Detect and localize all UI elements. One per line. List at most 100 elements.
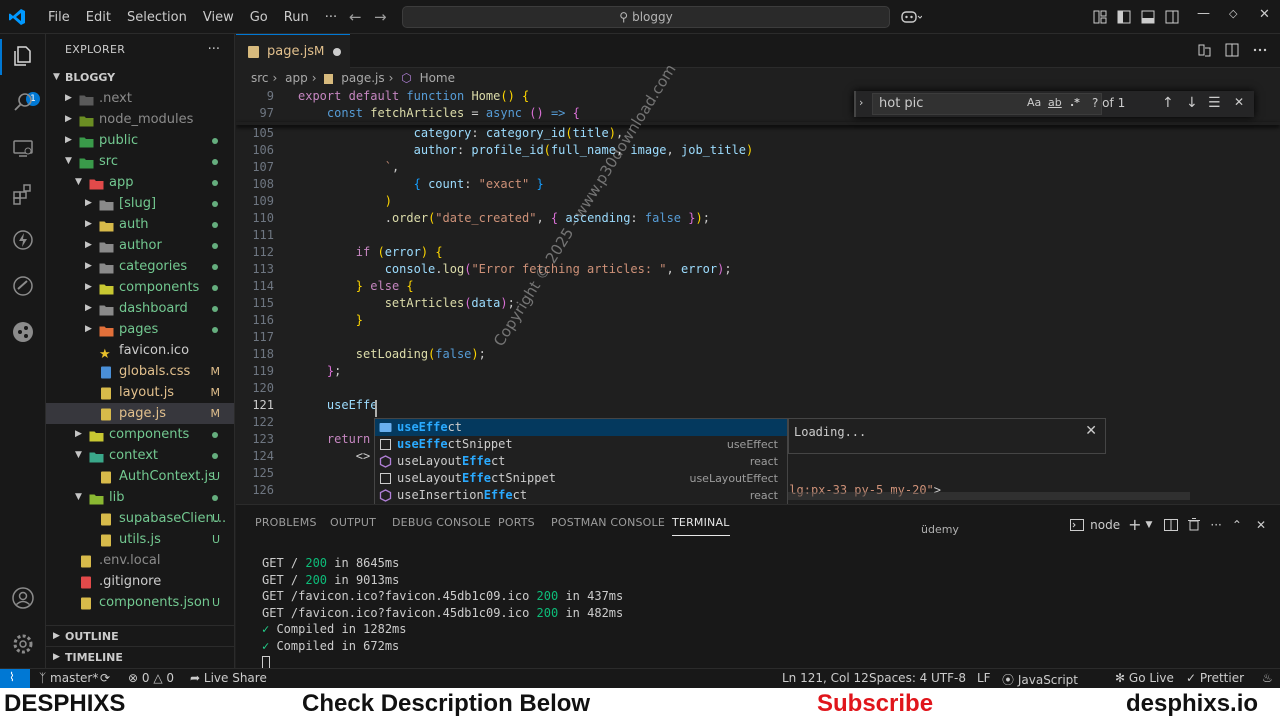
previous-match-arrow-icon[interactable]: ↑ bbox=[1162, 95, 1174, 111]
menu-go[interactable]: Go bbox=[242, 10, 276, 25]
tree-file[interactable]: AuthContext.js U bbox=[46, 466, 234, 487]
explorer-more-actions-icon[interactable]: ··· bbox=[208, 42, 220, 57]
problems-count[interactable]: ⊗ 0 △ 0 bbox=[128, 671, 174, 685]
indentation[interactable]: Spaces: 4 bbox=[869, 671, 927, 685]
tree-folder[interactable]: ▼ src bbox=[46, 151, 234, 172]
tree-file[interactable]: .env.local bbox=[46, 550, 234, 571]
chevron-down-icon[interactable]: ▼ bbox=[1146, 520, 1153, 530]
command-center-search[interactable]: ⚲ bloggy bbox=[402, 6, 890, 28]
toggle-replace-chevron-icon[interactable]: › bbox=[859, 96, 863, 109]
line-ending[interactable]: LF bbox=[977, 671, 991, 685]
tab-output[interactable]: OUTPUT bbox=[330, 516, 376, 529]
breadcrumb-page-js[interactable]: page.js bbox=[341, 71, 384, 85]
tree-file[interactable]: utils.js U bbox=[46, 529, 234, 550]
next-match-arrow-icon[interactable]: ↓ bbox=[1186, 95, 1198, 111]
tab-page-js[interactable]: page.js M bbox=[236, 34, 350, 68]
match-case-toggle[interactable]: Aa bbox=[1027, 96, 1041, 109]
language-mode[interactable]: ⦿ JavaScript bbox=[1002, 671, 1078, 688]
close-details-icon[interactable]: ✕ bbox=[1085, 423, 1097, 439]
tree-folder[interactable]: ▶ components bbox=[46, 277, 234, 298]
remote-explorer-icon[interactable] bbox=[11, 136, 35, 160]
close-panel-icon[interactable]: ✕ bbox=[1256, 518, 1266, 532]
settings-gear-icon[interactable] bbox=[11, 632, 35, 656]
breadcrumb-app[interactable]: app bbox=[285, 71, 308, 85]
sync-icon[interactable]: ⟳ bbox=[100, 671, 110, 685]
find-input[interactable]: hot pic bbox=[872, 93, 1102, 115]
tree-folder[interactable]: ▶ author bbox=[46, 235, 234, 256]
tree-folder[interactable]: ▶ [slug] bbox=[46, 193, 234, 214]
tree-folder[interactable]: ▶ auth bbox=[46, 214, 234, 235]
toggle-panel-icon[interactable] bbox=[1141, 10, 1155, 24]
menu-run[interactable]: Run bbox=[276, 10, 317, 25]
tab-postman-console[interactable]: POSTMAN CONSOLE bbox=[551, 516, 665, 529]
cursor-position[interactable]: Ln 121, Col 12 bbox=[782, 671, 869, 685]
menu-view[interactable]: View bbox=[195, 10, 242, 25]
menu-more[interactable]: ··· bbox=[317, 10, 345, 25]
menu-edit[interactable]: Edit bbox=[78, 10, 119, 25]
close-find-icon[interactable]: ✕ bbox=[1234, 95, 1244, 109]
tree-folder[interactable]: ▶ categories bbox=[46, 256, 234, 277]
tab-debug-console[interactable]: DEBUG CONSOLE bbox=[392, 516, 491, 529]
suggestion-item[interactable]: useInsertionEffect react bbox=[375, 487, 787, 504]
remote-indicator[interactable]: ⌇ bbox=[0, 669, 30, 688]
find-in-selection-icon[interactable]: ☰ bbox=[1208, 95, 1221, 111]
more-actions-icon[interactable]: ··· bbox=[1210, 518, 1221, 532]
menu-file[interactable]: File bbox=[40, 10, 78, 25]
whole-word-toggle[interactable]: ab bbox=[1048, 96, 1062, 109]
tree-file[interactable]: layout.js M bbox=[46, 382, 234, 403]
notifications-bell-icon[interactable]: ♨ bbox=[1262, 671, 1273, 685]
banner-site[interactable]: desphixs.io bbox=[1126, 688, 1258, 720]
split-terminal-icon[interactable] bbox=[1164, 518, 1179, 531]
tab-problems[interactable]: PROBLEMS bbox=[255, 516, 317, 529]
tree-folder[interactable]: ▶ dashboard bbox=[46, 298, 234, 319]
tree-file[interactable]: supabaseClien... U bbox=[46, 508, 234, 529]
postman-icon[interactable] bbox=[11, 274, 35, 298]
customize-layout-icon[interactable] bbox=[1093, 10, 1107, 24]
close-window-icon[interactable]: ✕ bbox=[1259, 7, 1270, 22]
tree-folder[interactable]: ▶ .next bbox=[46, 88, 234, 109]
encoding[interactable]: UTF-8 bbox=[931, 671, 966, 685]
git-graph-icon[interactable] bbox=[11, 320, 35, 344]
outline-section[interactable]: ▶ OUTLINE bbox=[46, 625, 234, 646]
tree-file[interactable]: page.js M bbox=[46, 403, 234, 424]
live-share[interactable]: ➦ Live Share bbox=[190, 671, 267, 685]
workspace-root[interactable]: ▼ BLOGGY bbox=[46, 67, 234, 88]
copilot-icon[interactable] bbox=[900, 9, 922, 25]
tree-folder[interactable]: ▼ context bbox=[46, 445, 234, 466]
tree-folder[interactable]: ▶ node_modules bbox=[46, 109, 234, 130]
terminal-output[interactable]: GET / 200 in 8645ms GET / 200 in 9013ms GE… bbox=[262, 555, 623, 671]
breadcrumb-home[interactable]: Home bbox=[420, 71, 455, 85]
accounts-icon[interactable] bbox=[11, 586, 35, 610]
maximize-icon[interactable]: ◇ bbox=[1229, 7, 1237, 20]
tree-file[interactable]: .gitignore bbox=[46, 571, 234, 592]
tree-file[interactable]: ★ favicon.ico bbox=[46, 340, 234, 361]
tree-folder[interactable]: ▶ pages bbox=[46, 319, 234, 340]
minimize-icon[interactable]: — bbox=[1197, 6, 1210, 21]
thunder-client-icon[interactable] bbox=[11, 228, 35, 252]
tree-file[interactable]: globals.css M bbox=[46, 361, 234, 382]
suggestion-item[interactable]: useLayoutEffectSnippet useLayoutEffect bbox=[375, 470, 787, 487]
back-arrow-icon[interactable]: ← bbox=[349, 8, 362, 26]
prettier[interactable]: ✓ Prettier bbox=[1186, 671, 1244, 685]
go-live[interactable]: ✻ Go Live bbox=[1115, 671, 1174, 685]
split-editor-icon[interactable] bbox=[1224, 42, 1240, 58]
unsaved-dot-icon[interactable] bbox=[333, 48, 341, 56]
compare-changes-icon[interactable] bbox=[1196, 42, 1212, 58]
search-icon[interactable] bbox=[11, 90, 35, 114]
git-branch[interactable]: ᛉ master* bbox=[39, 671, 98, 685]
tree-folder[interactable]: ▶ public bbox=[46, 130, 234, 151]
forward-arrow-icon[interactable]: → bbox=[374, 8, 387, 26]
suggestion-item[interactable]: useEffectSnippet useEffect bbox=[375, 436, 787, 453]
banner-subscribe[interactable]: Subscribe bbox=[817, 688, 933, 720]
toggle-secondary-sidebar-icon[interactable] bbox=[1165, 10, 1179, 24]
suggestion-item[interactable]: useLayoutEffect react bbox=[375, 453, 787, 470]
more-actions-icon[interactable] bbox=[1252, 42, 1268, 58]
trash-icon[interactable] bbox=[1188, 518, 1201, 531]
timeline-section[interactable]: ▶ TIMELINE bbox=[46, 646, 234, 667]
maximize-panel-chevron-icon[interactable]: ⌃ bbox=[1232, 518, 1242, 532]
terminal-shell-name[interactable]: node bbox=[1090, 518, 1120, 532]
tree-file[interactable]: components.json U bbox=[46, 592, 234, 613]
regex-toggle[interactable]: .* bbox=[1070, 96, 1080, 109]
tab-ports[interactable]: PORTS bbox=[498, 516, 535, 529]
breadcrumb-src[interactable]: src bbox=[251, 71, 269, 85]
